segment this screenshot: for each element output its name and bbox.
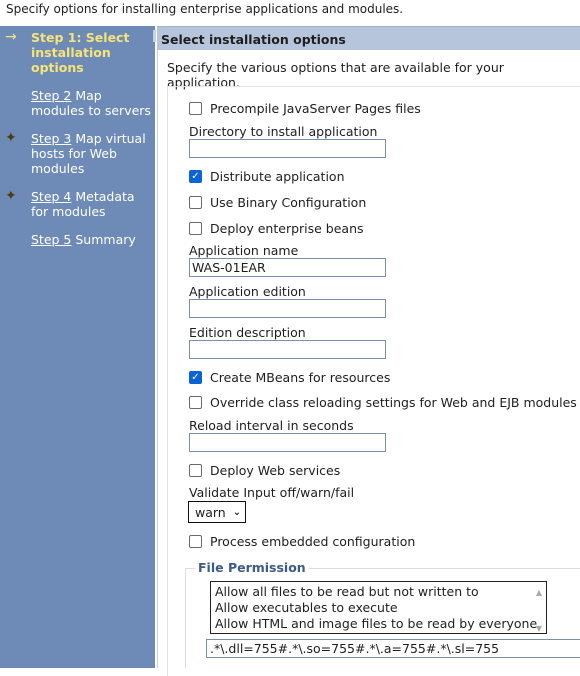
page-description: Specify options for installing enterpris… bbox=[6, 2, 404, 16]
embedded-label: Process embedded configuration bbox=[210, 534, 416, 549]
chevron-down-icon: ⌄ bbox=[232, 506, 242, 518]
listbox-scrollbar[interactable]: ▲ ▼ bbox=[532, 582, 546, 633]
sidebar-step-4[interactable]: Step 4 Metadata for modules bbox=[31, 189, 153, 219]
install-dir-input[interactable] bbox=[189, 139, 386, 158]
app-name-input[interactable] bbox=[189, 258, 386, 277]
reload-interval-input[interactable] bbox=[189, 433, 386, 452]
edition-desc-label: Edition description bbox=[189, 325, 306, 340]
step-3-link[interactable]: Step 3 bbox=[31, 131, 71, 146]
step-2-link[interactable]: Step 2 bbox=[31, 88, 71, 103]
binary-label: Use Binary Configuration bbox=[210, 195, 367, 210]
wizard-steps-sidebar: → Step 1: Select installation options St… bbox=[0, 26, 155, 668]
override-reload-checkbox[interactable]: Override class reloading settings for We… bbox=[189, 395, 577, 410]
checkbox-unchecked[interactable] bbox=[189, 464, 202, 477]
precompile-label: Precompile JavaServer Pages files bbox=[210, 101, 421, 116]
reload-interval-label: Reload interval in seconds bbox=[189, 418, 354, 433]
app-name-label: Application name bbox=[189, 243, 299, 258]
step-5-text: Summary bbox=[71, 232, 136, 247]
permission-option[interactable]: Allow HTML and image files to be read by… bbox=[215, 616, 546, 632]
sidebar-step-5[interactable]: Step 5 Summary bbox=[31, 232, 153, 247]
permission-option[interactable]: Allow all files to be read but not writt… bbox=[215, 584, 546, 600]
check-icon[interactable]: ✓ bbox=[189, 371, 202, 384]
checkbox-unchecked[interactable] bbox=[189, 222, 202, 235]
override-label: Override class reloading settings for We… bbox=[210, 395, 577, 410]
precompile-jsp-checkbox[interactable]: Precompile JavaServer Pages files bbox=[189, 101, 421, 116]
deploy-ejb-label: Deploy enterprise beans bbox=[210, 221, 364, 236]
required-star-icon: ✦ bbox=[5, 188, 17, 204]
validate-input-label: Validate Input off/warn/fail bbox=[189, 485, 355, 500]
edition-desc-input[interactable] bbox=[189, 340, 386, 359]
create-mbeans-checkbox[interactable]: ✓ Create MBeans for resources bbox=[189, 370, 390, 385]
scroll-down-icon[interactable]: ▼ bbox=[532, 621, 546, 633]
arrow-icon: → bbox=[5, 29, 17, 45]
scrollbar-thumb[interactable] bbox=[153, 30, 156, 42]
deploy-ejb-checkbox[interactable]: Deploy enterprise beans bbox=[189, 221, 364, 236]
sidebar-step-3[interactable]: Step 3 Map virtual hosts for Web modules bbox=[31, 131, 153, 176]
permission-option[interactable]: Allow executables to execute bbox=[215, 600, 546, 616]
file-permission-input[interactable] bbox=[206, 639, 580, 658]
sidebar-step-2[interactable]: Step 2 Map modules to servers bbox=[31, 88, 153, 118]
mbeans-label: Create MBeans for resources bbox=[210, 370, 391, 385]
checkbox-unchecked[interactable] bbox=[189, 535, 202, 548]
install-dir-label: Directory to install application bbox=[189, 124, 378, 139]
process-embedded-checkbox[interactable]: Process embedded configuration bbox=[189, 534, 415, 549]
checkbox-unchecked[interactable] bbox=[189, 102, 202, 115]
deploy-ws-label: Deploy Web services bbox=[210, 463, 341, 478]
file-permission-listbox[interactable]: Allow all files to be read but not writt… bbox=[210, 581, 547, 634]
deploy-webservices-checkbox[interactable]: Deploy Web services bbox=[189, 463, 340, 478]
file-permission-legend: File Permission bbox=[195, 560, 309, 575]
required-star-icon: ✦ bbox=[5, 130, 17, 146]
validate-selected-value: warn bbox=[195, 504, 226, 520]
app-edition-label: Application edition bbox=[189, 284, 306, 299]
step-5-link[interactable]: Step 5 bbox=[31, 232, 71, 247]
checkbox-unchecked[interactable] bbox=[189, 196, 202, 209]
app-edition-input[interactable] bbox=[189, 299, 386, 318]
distribute-app-checkbox[interactable]: ✓ Distribute application bbox=[189, 169, 345, 184]
binary-config-checkbox[interactable]: Use Binary Configuration bbox=[189, 195, 366, 210]
scroll-up-icon[interactable]: ▲ bbox=[532, 585, 546, 601]
check-icon[interactable]: ✓ bbox=[189, 170, 202, 183]
validate-input-select[interactable]: warn ⌄ bbox=[188, 501, 246, 523]
checkbox-unchecked[interactable] bbox=[189, 396, 202, 409]
step-4-link[interactable]: Step 4 bbox=[31, 189, 71, 204]
step-1-label: Step 1: Select installation options bbox=[31, 30, 130, 75]
section-title: Select installation options bbox=[157, 26, 580, 50]
distribute-label: Distribute application bbox=[210, 169, 345, 184]
sidebar-step-1: Step 1: Select installation options bbox=[31, 30, 153, 75]
